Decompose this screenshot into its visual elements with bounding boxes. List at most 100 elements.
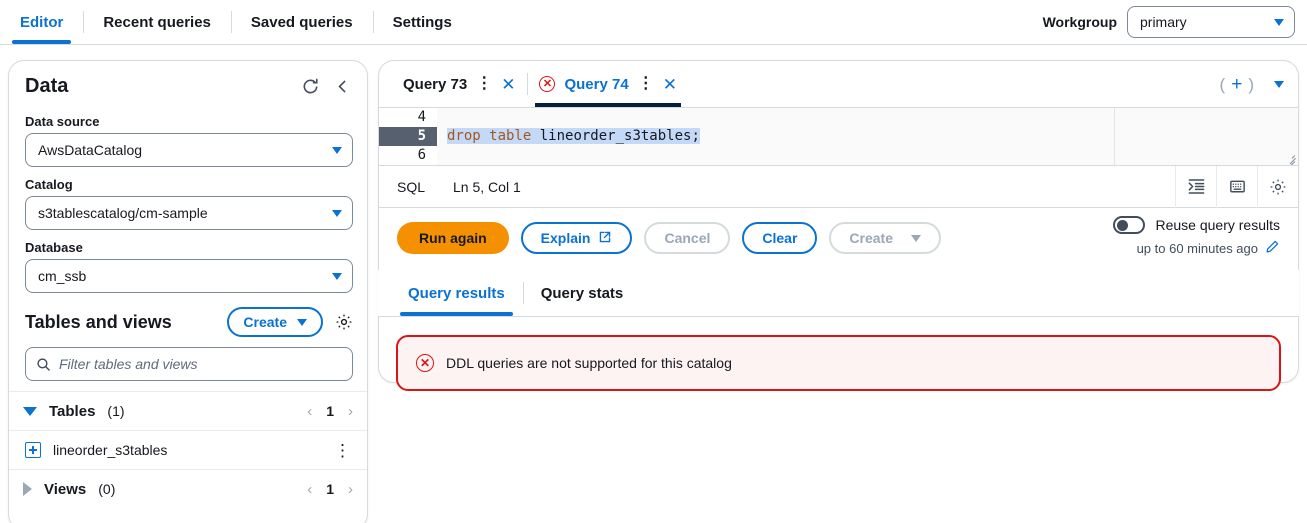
workgroup-select[interactable]: primary [1127, 6, 1295, 38]
line-content[interactable]: drop table lineorder_s3tables; [437, 127, 1298, 146]
tab-query-results[interactable]: Query results [390, 270, 523, 316]
sql-identifier: lineorder_s3tables; [531, 128, 700, 144]
clear-button[interactable]: Clear [742, 222, 818, 254]
tables-group-row[interactable]: Tables (1) ‹ 1 › [9, 391, 367, 430]
reuse-query-results-control: Reuse query results up to 60 minutes ago [1113, 216, 1280, 257]
sidebar-header-actions [301, 77, 351, 96]
keyboard-icon[interactable] [1216, 165, 1257, 208]
expand-plus-icon[interactable] [25, 442, 41, 458]
chevron-down-icon [297, 318, 307, 326]
chevron-down-icon[interactable] [1274, 80, 1284, 88]
results-tab-label: Query results [408, 284, 505, 302]
close-icon[interactable]: ✕ [663, 76, 677, 93]
line-number: 5 [379, 127, 437, 146]
code-line: 6 [379, 146, 1298, 165]
line-number: 6 [379, 146, 437, 165]
clear-label: Clear [762, 230, 798, 246]
table-name: lineorder_s3tables [53, 442, 168, 458]
filter-tables-input[interactable] [59, 356, 342, 372]
views-group-count: (0) [98, 481, 116, 497]
explain-label: Explain [540, 230, 591, 246]
code-line: 4 [379, 108, 1298, 127]
database-select[interactable]: cm_ssb [25, 259, 353, 293]
query-results-panel: Query results Query stats ✕ DDL queries … [378, 270, 1299, 391]
nav-tab-recent-queries[interactable]: Recent queries [83, 0, 231, 44]
gear-icon[interactable] [335, 313, 353, 331]
pencil-icon[interactable] [1265, 239, 1280, 257]
query-tab-menu-icon[interactable]: ⋮ [638, 76, 654, 92]
new-query-tab-button[interactable]: ( + ) [1220, 75, 1254, 94]
reuse-toggle-row: Reuse query results [1113, 216, 1280, 234]
cancel-button: Cancel [644, 222, 731, 254]
create-label: Create [849, 230, 894, 246]
query-tab-74[interactable]: ✕ Query 74 ⋮ ✕ [527, 61, 688, 107]
nav-tab-settings[interactable]: Settings [372, 0, 472, 44]
data-source-select[interactable]: AwsDataCatalog [25, 133, 353, 167]
nav-tab-editor[interactable]: Editor [0, 0, 83, 44]
close-icon[interactable]: ✕ [501, 76, 515, 93]
catalog-label: Catalog [25, 177, 73, 192]
table-list-item[interactable]: lineorder_s3tables ⋮ [9, 430, 367, 469]
chevron-down-icon [332, 272, 342, 280]
database-value: cm_ssb [38, 268, 87, 284]
toggle-knob [1116, 219, 1128, 231]
plus-icon: + [1231, 73, 1243, 95]
workgroup-label: Workgroup [1042, 14, 1117, 30]
line-number: 4 [379, 108, 437, 127]
create-table-button[interactable]: Create [227, 307, 323, 337]
tab-query-stats[interactable]: Query stats [522, 270, 642, 316]
paren-right: ) [1248, 74, 1254, 94]
catalog-value: s3tablescatalog/cm-sample [38, 205, 208, 221]
run-again-label: Run again [419, 230, 487, 246]
database-label: Database [25, 240, 83, 255]
athena-query-editor: Editor Recent queries Saved queries Sett… [0, 0, 1307, 523]
sql-code-editor[interactable]: 4 5 drop table lineorder_s3tables; 6 [379, 108, 1298, 166]
catalog-select[interactable]: s3tablescatalog/cm-sample [25, 196, 353, 230]
reuse-query-results-toggle[interactable] [1113, 216, 1146, 234]
nav-tab-saved-queries[interactable]: Saved queries [230, 0, 373, 44]
nav-tab-label: Settings [392, 13, 452, 31]
collapse-panel-icon[interactable] [334, 78, 351, 95]
format-indent-icon[interactable] [1175, 165, 1216, 208]
top-navigation: Editor Recent queries Saved queries Sett… [0, 0, 1307, 45]
table-options-icon[interactable]: ⋮ [334, 442, 351, 459]
nav-tab-list: Editor Recent queries Saved queries Sett… [0, 0, 472, 44]
run-again-button[interactable]: Run again [397, 222, 509, 254]
pager-prev-icon[interactable]: ‹ [307, 403, 312, 420]
status-bar-icons [1175, 165, 1298, 208]
views-group-label: Views [44, 480, 87, 498]
refresh-icon[interactable] [301, 77, 320, 96]
triangle-down-icon[interactable] [23, 406, 37, 416]
tables-group-count: (1) [107, 403, 125, 419]
query-tab-menu-icon[interactable]: ⋮ [476, 76, 492, 92]
views-group-row[interactable]: Views (0) ‹ 1 › [9, 469, 367, 508]
error-alert: ✕ DDL queries are not supported for this… [396, 335, 1281, 391]
chevron-down-icon [1274, 18, 1284, 26]
status-cursor-position: Ln 5, Col 1 [453, 178, 521, 195]
triangle-right-icon[interactable] [23, 482, 32, 496]
pager-page-number: 1 [326, 403, 334, 419]
tables-and-views-title: Tables and views [25, 311, 172, 332]
pager-next-icon[interactable]: › [348, 481, 353, 498]
gear-icon[interactable] [1257, 165, 1298, 208]
query-tab-73[interactable]: Query 73 ⋮ ✕ [391, 61, 527, 107]
nav-tab-label: Editor [20, 13, 64, 31]
workgroup-value: primary [1140, 14, 1187, 30]
cancel-label: Cancel [664, 230, 711, 246]
pager-page-number: 1 [326, 481, 334, 497]
tables-and-views-actions: Create [227, 307, 353, 337]
code-line-active: 5 drop table lineorder_s3tables; [379, 127, 1298, 146]
tables-group-label: Tables [49, 402, 96, 420]
query-tab-bar: Query 73 ⋮ ✕ ✕ Query 74 ⋮ ✕ ( + ) [379, 61, 1298, 108]
sidebar-header: Data [9, 61, 367, 104]
pager-next-icon[interactable]: › [348, 403, 353, 420]
tables-and-views-header: Tables and views Create [9, 293, 367, 337]
explain-button[interactable]: Explain [520, 222, 633, 254]
filter-tables-box[interactable] [25, 347, 353, 381]
workgroup-control: Workgroup primary [1043, 6, 1295, 38]
pager-prev-icon[interactable]: ‹ [307, 481, 312, 498]
editor-resize-handle[interactable] [1284, 152, 1296, 165]
tables-group-left: Tables (1) [23, 403, 125, 420]
sql-keyword: drop table [447, 128, 532, 144]
table-item-left: lineorder_s3tables [25, 442, 167, 458]
